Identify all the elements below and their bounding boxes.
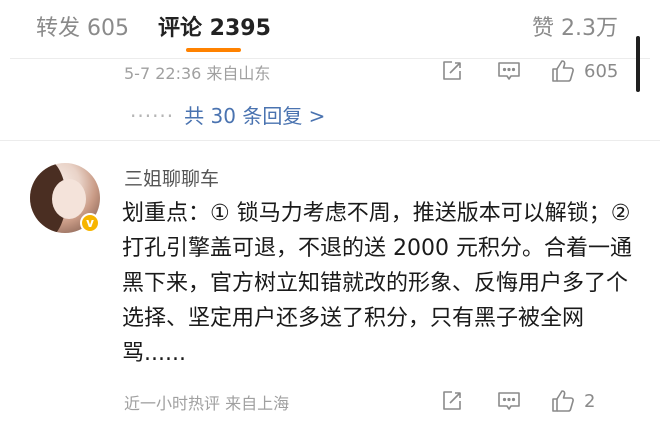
comment-text: 划重点：① 锁马力考虑不周，推送版本可以解锁；② 打孔引擎盖可退，不退的送 20… <box>122 201 632 366</box>
comment-button[interactable] <box>496 56 522 86</box>
share-icon <box>443 61 461 80</box>
tab-forward[interactable]: 转发 605 <box>36 10 129 42</box>
share-icon <box>443 391 461 410</box>
thumbs-up-icon <box>552 390 574 412</box>
active-tab-indicator <box>186 48 241 52</box>
weibo-comment-page: 转发 605 评论 2395 赞 2.3万 5-7 22:36 来自山东 605… <box>0 0 660 422</box>
section-divider <box>0 140 660 141</box>
comment-meta: 近一小时热评 来自上海 <box>124 394 290 413</box>
like-button[interactable]: 2 <box>550 386 595 416</box>
comment-meta-row: 近一小时热评 来自上海 2 <box>124 386 630 416</box>
view-replies-link[interactable]: ······ 共 30 条回复 > <box>130 100 325 129</box>
avatar-face <box>52 179 86 219</box>
comment-button[interactable] <box>496 386 522 416</box>
comment-username[interactable]: 三姐聊聊车 <box>124 164 219 191</box>
previous-comment-meta: 5-7 22:36 来自山东 <box>124 64 271 83</box>
tab-likes[interactable]: 赞 2.3万 <box>532 10 618 42</box>
replies-link-label: 共 30 条回复 > <box>184 104 326 128</box>
comment-like-count: 2 <box>584 390 596 412</box>
comment-icon <box>498 392 520 410</box>
share-button[interactable] <box>440 56 464 86</box>
comment-icon <box>498 62 520 80</box>
verified-badge-icon: v <box>80 213 100 233</box>
previous-comment-meta-row: 5-7 22:36 来自山东 605 <box>124 56 630 86</box>
previous-like-count: 605 <box>584 60 619 82</box>
share-button[interactable] <box>440 386 464 416</box>
replies-dots: ······ <box>130 104 175 128</box>
scrollbar[interactable] <box>636 36 640 92</box>
thumbs-up-icon <box>552 60 574 82</box>
avatar[interactable]: v <box>30 163 100 233</box>
like-button[interactable]: 605 <box>550 56 618 86</box>
tab-comments[interactable]: 评论 2395 <box>158 10 271 42</box>
